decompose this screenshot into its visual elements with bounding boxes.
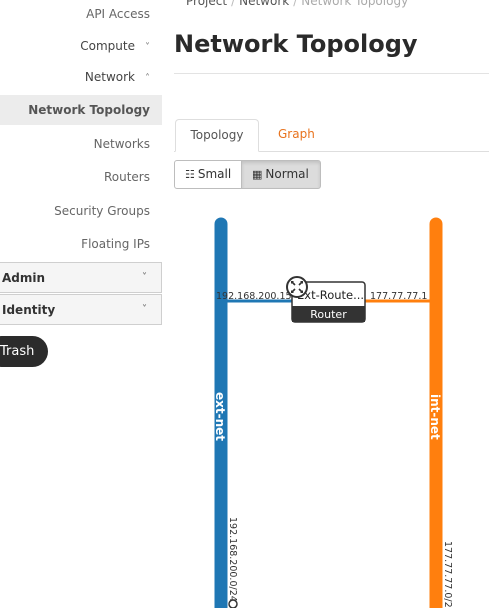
- router-type-label: Router: [310, 308, 347, 321]
- router-icon: [286, 276, 308, 298]
- port-ip-ext: 192.168.200.158: [216, 291, 298, 302]
- network-name-ext-net: ext-net: [213, 392, 227, 441]
- network-name-int-net: int-net: [428, 394, 442, 440]
- connector-icon: [228, 599, 238, 608]
- network-cidr-ext-net: 192.168.200.0/24: [227, 517, 238, 602]
- network-cidr-int-net: 177.77.77.0/2: [442, 541, 453, 608]
- port-ip-int: 177.77.77.1: [370, 291, 427, 302]
- topology-canvas: 192.168.200.158 177.77.77.1 ext-net int-…: [213, 217, 453, 608]
